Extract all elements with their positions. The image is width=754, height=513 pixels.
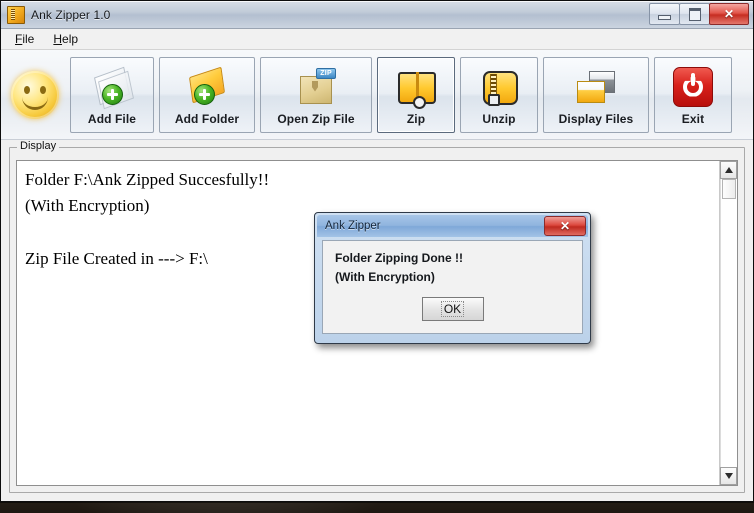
- display-files-label: Display Files: [558, 111, 634, 126]
- menu-item-file-rest: ile: [22, 32, 35, 46]
- scrollbar-thumb[interactable]: [722, 179, 736, 199]
- display-files-button[interactable]: Display Files: [543, 56, 649, 133]
- application-window: Ank Zipper 1.0 ✕ File Help Add File Add …: [0, 0, 754, 502]
- minimize-button[interactable]: [649, 3, 680, 25]
- dialog-ok-button[interactable]: OK: [421, 297, 484, 321]
- menu-item-file[interactable]: File: [7, 30, 42, 48]
- dialog-title: Ank Zipper: [325, 220, 381, 232]
- window-controls: ✕: [649, 3, 749, 25]
- message-dialog: Ank Zipper ✕ Folder Zipping Done !! (Wit…: [314, 212, 591, 344]
- scroll-up-icon: [724, 167, 733, 173]
- window-title: Ank Zipper 1.0: [31, 7, 111, 22]
- display-legend: Display: [17, 140, 60, 152]
- dialog-message-line-1: Folder Zipping Done !!: [335, 251, 463, 265]
- add-file-button[interactable]: Add File: [70, 56, 154, 133]
- zip-box-open-icon: ZIP: [296, 65, 336, 109]
- folder-add-icon: [186, 65, 228, 109]
- scroll-up-button[interactable]: [720, 161, 737, 179]
- add-folder-label: Add Folder: [174, 111, 240, 126]
- exit-button[interactable]: Exit: [654, 56, 732, 133]
- unzip-icon: [481, 65, 518, 109]
- zip-folder-icon: [396, 65, 436, 109]
- dialog-body: Folder Zipping Done !! (With Encryption)…: [322, 240, 583, 334]
- add-folder-button[interactable]: Add Folder: [159, 56, 255, 133]
- zip-tag-label: ZIP: [316, 67, 336, 79]
- scroll-down-icon: [724, 473, 733, 479]
- menu-bar: File Help: [1, 29, 753, 50]
- dialog-close-button[interactable]: ✕: [544, 216, 586, 236]
- close-button[interactable]: ✕: [709, 3, 749, 25]
- exit-label: Exit: [681, 111, 705, 126]
- windows-list-icon: [576, 65, 616, 109]
- menu-item-help[interactable]: Help: [45, 30, 86, 48]
- add-file-label: Add File: [87, 111, 137, 126]
- maximize-icon: [688, 7, 701, 21]
- title-bar: Ank Zipper 1.0 ✕: [1, 1, 753, 29]
- zip-label: Zip: [406, 111, 426, 126]
- zip-button[interactable]: Zip: [377, 56, 455, 133]
- scrollbar-track[interactable]: [720, 179, 737, 467]
- open-zip-file-button[interactable]: ZIP Open Zip File: [260, 56, 372, 133]
- zipper-icon: [7, 5, 25, 24]
- maximize-button[interactable]: [679, 3, 710, 25]
- open-zip-file-label: Open Zip File: [277, 111, 355, 126]
- dialog-message-line-2: (With Encryption): [335, 270, 435, 284]
- smiley-face-icon: [11, 70, 59, 119]
- scroll-down-button[interactable]: [720, 467, 737, 485]
- power-off-icon: [673, 65, 713, 109]
- minimize-icon: [658, 15, 671, 20]
- menu-item-help-rest: elp: [62, 32, 79, 46]
- dialog-ok-label: OK: [440, 301, 465, 317]
- toolbar: Add File Add Folder ZIP Open Zip File Zi…: [1, 50, 753, 140]
- dialog-title-bar: Ank Zipper ✕: [317, 215, 588, 237]
- file-add-icon: [92, 65, 134, 109]
- unzip-label: Unzip: [482, 111, 516, 126]
- unzip-button[interactable]: Unzip: [460, 56, 538, 133]
- vertical-scrollbar[interactable]: [719, 161, 737, 485]
